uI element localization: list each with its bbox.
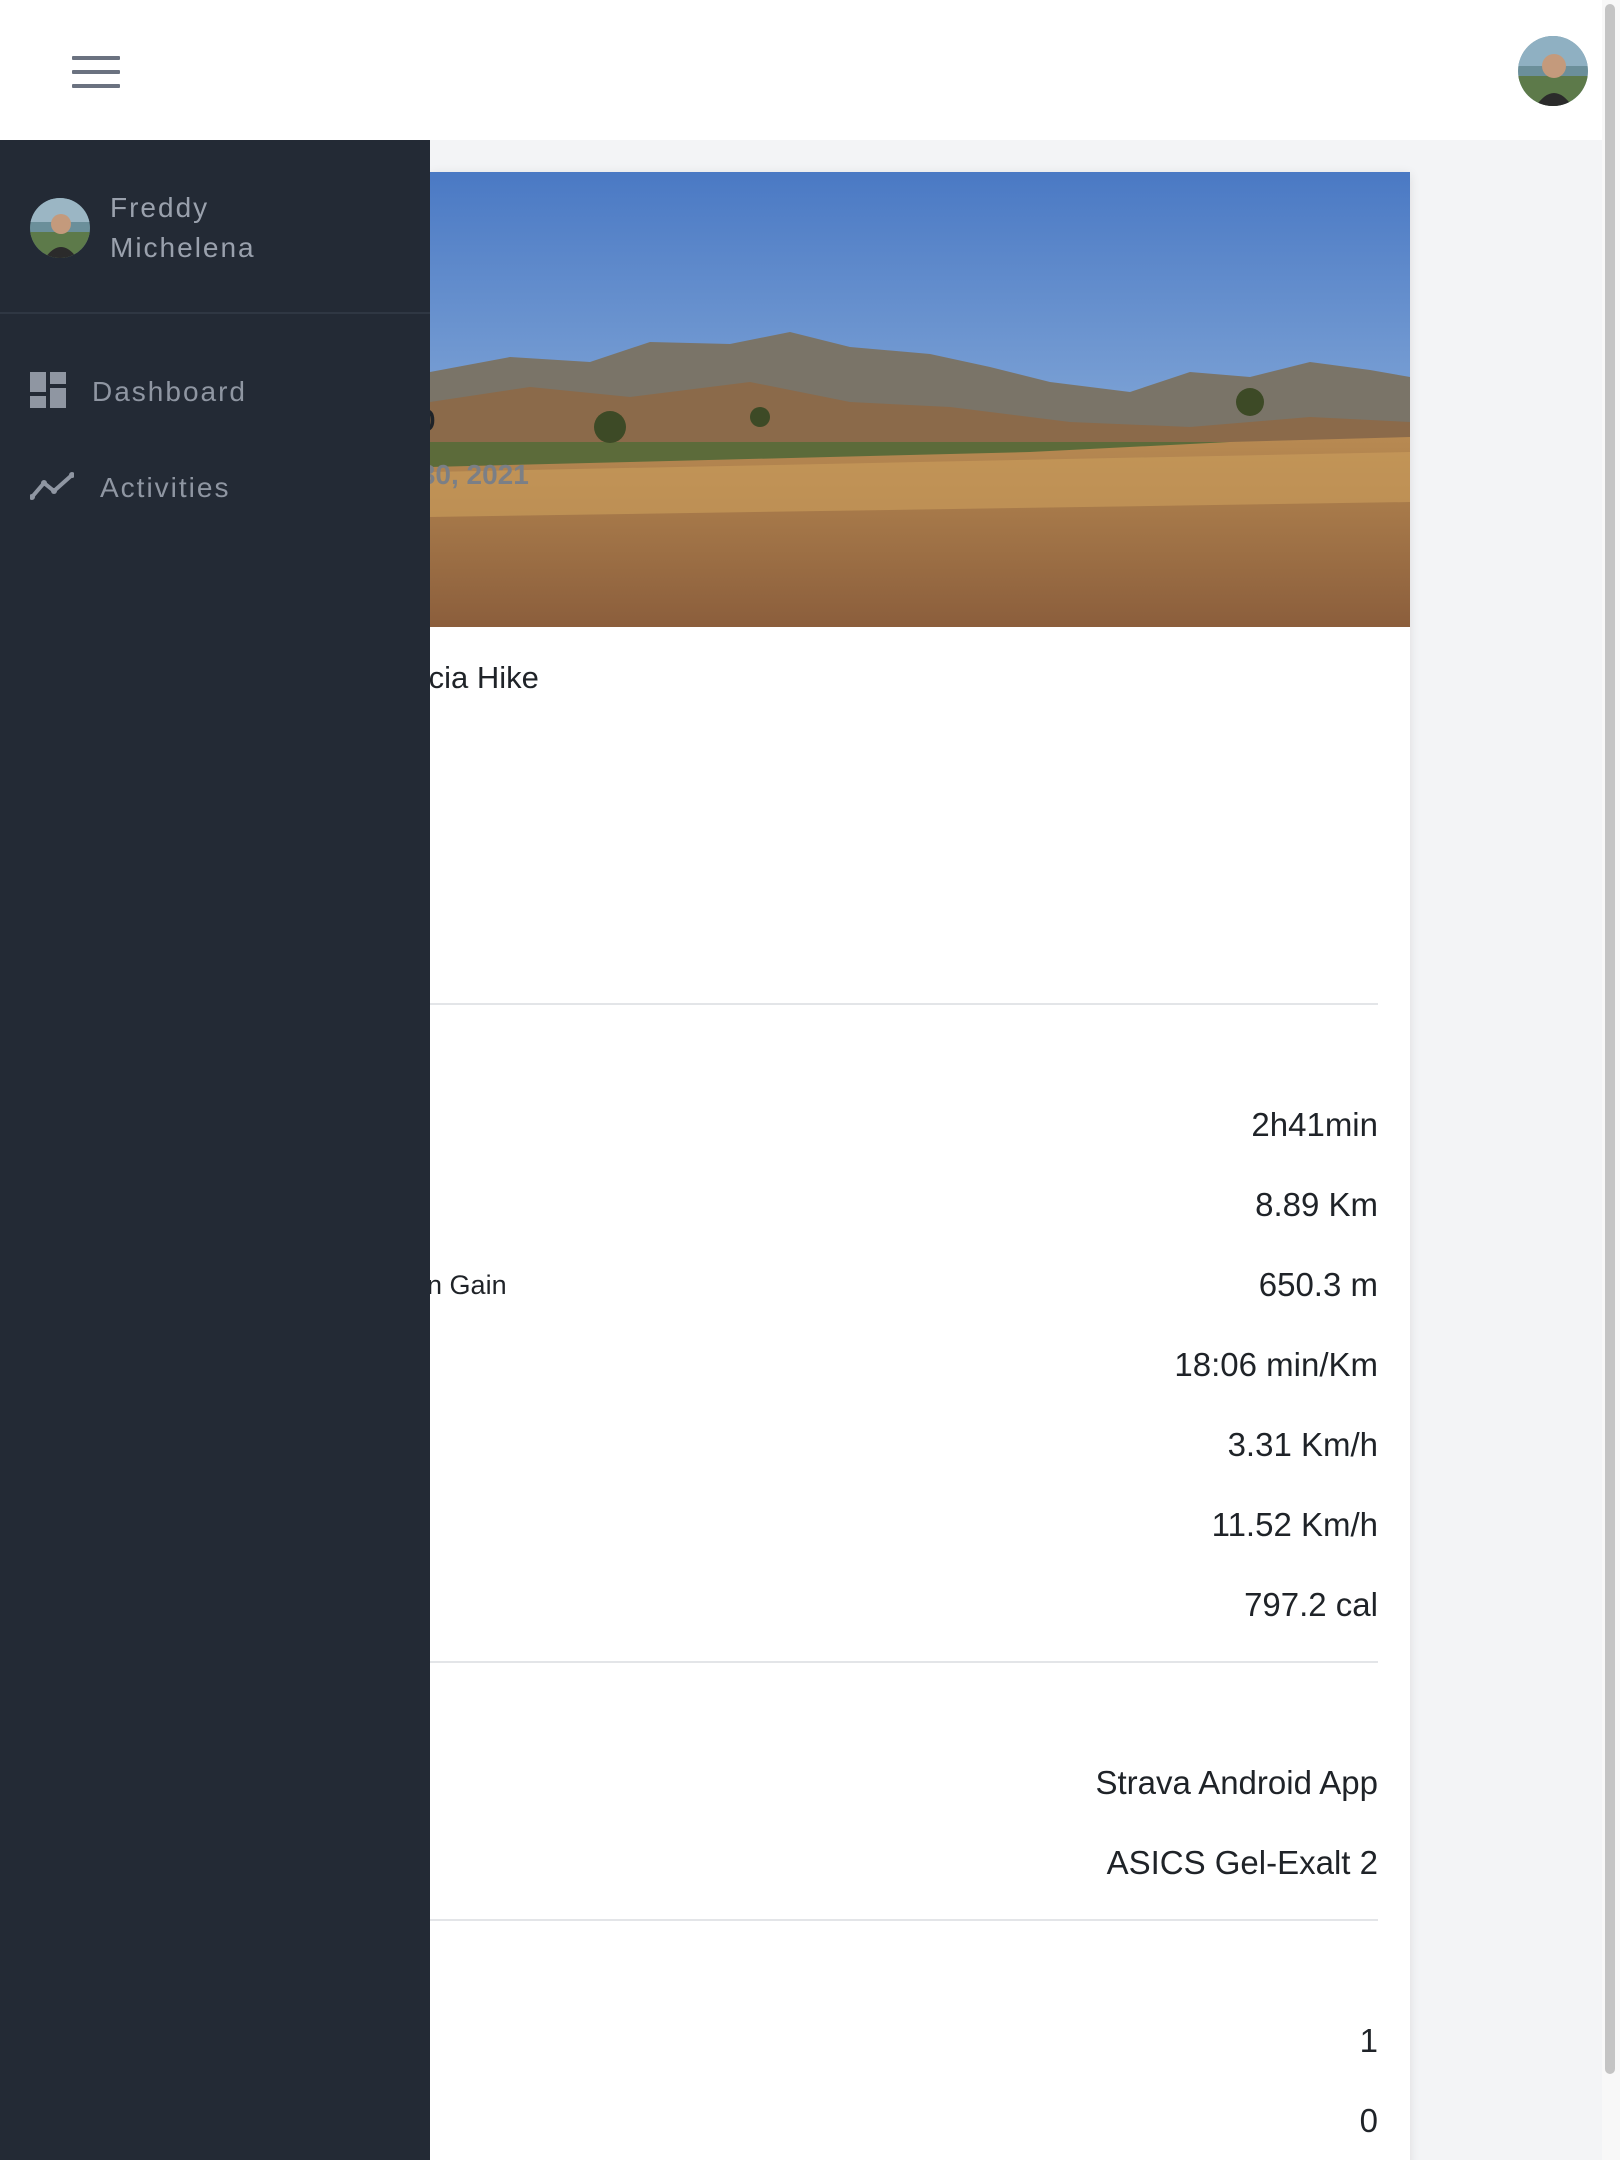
sidebar-user[interactable]: Freddy Michelena bbox=[30, 188, 310, 268]
stat-row-distance: 8.89 Km bbox=[370, 1180, 1378, 1230]
stat-row-avg-speed: ed 3.31 Km/h bbox=[370, 1420, 1378, 1470]
stat-value: 3.31 Km/h bbox=[1227, 1426, 1378, 1463]
gear-row-shoes: ASICS Gel-Exalt 2 bbox=[370, 1838, 1378, 1888]
sidebar-avatar bbox=[30, 198, 90, 258]
stat-value: 8.89 Km bbox=[1255, 1186, 1378, 1223]
section-divider bbox=[370, 1003, 1378, 1005]
sidebar-item-label: Activities bbox=[100, 472, 231, 503]
stat-value: 18:06 min/Km bbox=[1174, 1346, 1378, 1383]
section-divider bbox=[370, 1919, 1378, 1921]
stat-row-pace: 18:06 min/Km bbox=[370, 1340, 1378, 1390]
sidebar-item-label: Dashboard bbox=[92, 376, 247, 407]
stat-value: 2h41min bbox=[1251, 1106, 1378, 1143]
user-last-name: Michelena bbox=[110, 232, 256, 263]
activity-card: aco ary 30, 2021 alencia Hike 2h41min 8.… bbox=[370, 172, 1410, 2160]
activity-chart-icon bbox=[29, 471, 75, 506]
gear-value: ASICS Gel-Exalt 2 bbox=[1106, 1844, 1378, 1881]
page-scrollbar-thumb[interactable] bbox=[1605, 4, 1615, 2074]
stat-row-elevation: vation Gain 650.3 m bbox=[370, 1260, 1378, 1310]
gear-row-device: Strava Android App bbox=[370, 1758, 1378, 1808]
hamburger-menu-icon[interactable] bbox=[68, 50, 124, 94]
top-bar bbox=[0, 0, 1602, 140]
sidebar-user-name: Freddy Michelena bbox=[110, 188, 310, 268]
sidebar-item-dashboard[interactable]: Dashboard bbox=[30, 367, 247, 417]
activity-cover-photo bbox=[430, 172, 1410, 627]
stat-value: 650.3 m bbox=[1258, 1266, 1378, 1303]
user-avatar[interactable] bbox=[1518, 36, 1588, 106]
stat-value: 11.52 Km/h bbox=[1211, 1506, 1378, 1543]
social-row-comments: nts 0 bbox=[370, 2096, 1378, 2146]
stat-value: 797.2 cal bbox=[1244, 1586, 1378, 1623]
dashboard-icon bbox=[30, 371, 66, 413]
section-divider bbox=[370, 1661, 1378, 1663]
sidebar-divider bbox=[0, 312, 430, 314]
stat-row-calories: 797.2 cal bbox=[370, 1580, 1378, 1630]
sidebar-item-activities[interactable]: Activities bbox=[29, 463, 231, 513]
gear-value: Strava Android App bbox=[1095, 1764, 1378, 1801]
social-row-kudos: 1 bbox=[370, 2016, 1378, 2066]
social-value: 1 bbox=[1359, 2022, 1378, 2059]
sidebar: Freddy Michelena Dashboard Activities bbox=[0, 140, 430, 2160]
user-first-name: Freddy bbox=[110, 192, 210, 223]
social-value: 0 bbox=[1359, 2102, 1378, 2139]
stat-row-time: 2h41min bbox=[370, 1100, 1378, 1150]
stat-row-max-speed: eed 11.52 Km/h bbox=[370, 1500, 1378, 1550]
